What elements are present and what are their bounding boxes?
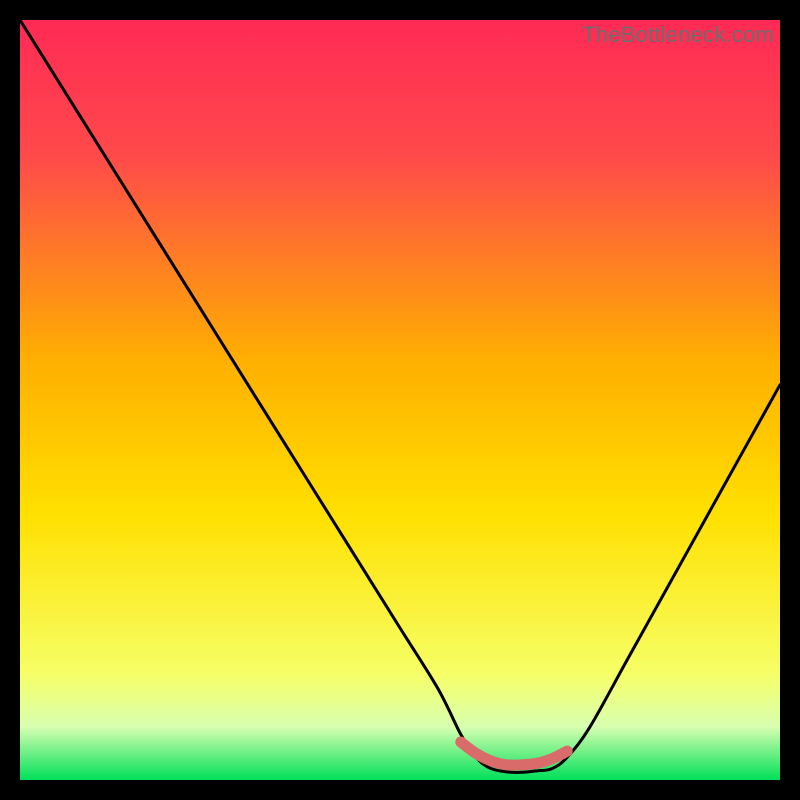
gradient-background xyxy=(20,20,780,780)
chart-frame: TheBottleneck.com xyxy=(20,20,780,780)
bottleneck-chart xyxy=(20,20,780,780)
watermark-text: TheBottleneck.com xyxy=(582,22,774,48)
